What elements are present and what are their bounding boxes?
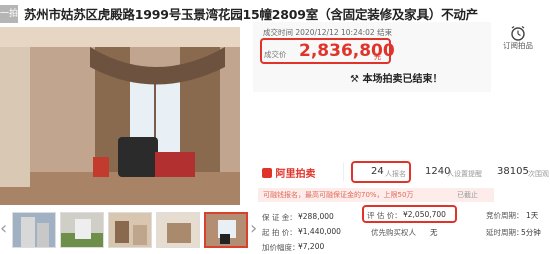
bid-period-value: 1天 — [526, 211, 539, 220]
deal-time-label: 成交时间 — [263, 28, 293, 37]
financing-text[interactable]: 可融钱报名，最高可融保证金的70%，上限50万 — [263, 190, 413, 200]
final-price-label: 成交价 — [264, 50, 287, 59]
brand-name: 阿里拍卖 — [275, 169, 316, 180]
auction-ended-text: 本场拍卖已结束！ — [362, 74, 443, 85]
alarm-clock-icon — [511, 26, 525, 41]
thumbnail-3[interactable] — [108, 212, 152, 248]
eval-price-label: 评 估 价： — [367, 211, 402, 220]
delay-period-label: 延时周期： — [486, 228, 524, 237]
start-price-value: ¥1,440,000 — [298, 227, 341, 236]
delay-period-value: 5分钟 — [521, 228, 541, 237]
start-price-label: 起 拍 价： — [262, 228, 297, 237]
main-property-photo[interactable] — [0, 27, 240, 205]
increment-label: 加价幅度： — [262, 243, 300, 252]
auction-ended-notice: ⚒ 本场拍卖已结束！ — [350, 70, 442, 85]
bid-period-label: 竞价周期： — [486, 211, 524, 220]
deal-time-value: 2020/12/12 10:24:02 — [295, 28, 375, 37]
thumbnail-prev-icon[interactable]: ‹ — [0, 218, 7, 239]
financing-status: 已截止 — [457, 191, 478, 199]
enroll-label: 人报名 — [385, 170, 406, 178]
views-label: 次围观 — [528, 170, 549, 178]
hammer-icon: ⚒ — [350, 74, 359, 85]
ali-auction-brand: 阿里拍卖 — [262, 165, 315, 180]
thumbnail-next-icon[interactable]: › — [250, 218, 257, 239]
deposit-value: ¥288,000 — [298, 212, 334, 221]
priority-buyer-label: 优先购买权人 — [371, 228, 416, 237]
thumbnail-1[interactable] — [12, 212, 56, 248]
subscribe-button[interactable] — [498, 22, 538, 42]
deal-time: 成交时间 2020/12/12 10:24:02 结束 — [263, 27, 392, 38]
deal-time-suffix: 结束 — [377, 28, 393, 37]
living-room-image — [0, 27, 240, 205]
priority-buyer-value: 无 — [430, 228, 438, 237]
enroll-count: 24 — [371, 166, 384, 177]
stats-divider — [343, 163, 344, 181]
deposit-label: 保 证 金： — [262, 213, 297, 222]
thumbnail-5-active[interactable] — [204, 212, 248, 248]
ali-logo-icon — [262, 168, 272, 178]
final-price-unit: 元 — [374, 53, 381, 61]
thumbnail-2[interactable] — [60, 212, 104, 248]
thumbnail-4[interactable] — [156, 212, 200, 248]
auction-round-badge: 一拍 — [0, 5, 18, 23]
increment-value: ¥7,200 — [298, 242, 325, 251]
page-title: 苏州市姑苏区虎殿路1999号玉景湾花园15幢2809室（含固定装修及家具）不动产 — [24, 7, 478, 22]
subscribe-label[interactable]: 订阅拍品 — [500, 41, 536, 51]
views-count: 38105 — [497, 166, 529, 177]
remind-label: 人设置提醒 — [447, 170, 482, 178]
eval-price-value: ¥2,050,700 — [403, 210, 446, 219]
